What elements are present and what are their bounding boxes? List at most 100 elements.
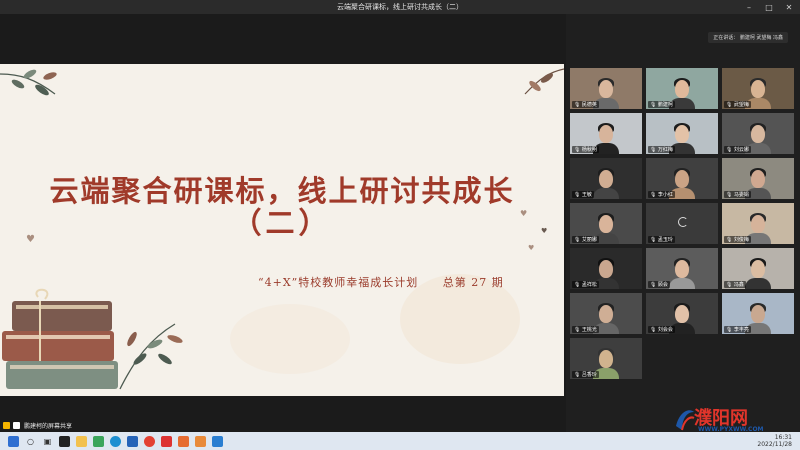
participant-tile[interactable]: 🎙 吕香玲 — [570, 338, 642, 379]
window-title: 云端聚合研课标，线上研讨共成长（二） — [337, 3, 463, 11]
participant-tile[interactable]: 🎙 艾丽娜 — [570, 203, 642, 244]
participant-video-face — [751, 80, 765, 98]
participant-tile[interactable]: 🎙 王敏 — [570, 158, 642, 199]
participant-video-face — [599, 215, 613, 233]
participant-gallery[interactable]: 正在讲话： 鹏建柯 武望梅 冯鑫 🎙 民德英 🎙 鹏建柯 🎙 武望梅 🎙 杨秋明 🎙 万… — [566, 14, 800, 418]
leaf-branch-illustration — [524, 68, 564, 95]
participant-name: 🎙 武望梅 — [724, 101, 751, 108]
app-icon[interactable] — [93, 435, 104, 447]
heart-icon: ♥ — [528, 244, 535, 252]
participant-name: 🎙 刘会会 — [648, 326, 675, 333]
taskbar-date: 2022/11/28 — [757, 441, 792, 448]
loading-spinner-icon — [678, 217, 688, 227]
share-status-icon — [3, 421, 10, 429]
participant-name: 🎙 马委娟 — [724, 191, 751, 198]
slide-footer: “4+X”特校教师幸福成长计划 总第 27 期 — [258, 274, 504, 290]
participant-video-face — [751, 170, 765, 188]
participant-name: 🎙 王敏 — [572, 191, 594, 198]
participant-video-face — [751, 215, 765, 233]
participant-name: 🎙 鹏建柯 — [648, 101, 675, 108]
participant-tile[interactable]: 🎙 刘云娜 — [722, 113, 794, 154]
participant-name: 🎙 万红梅 — [648, 146, 675, 153]
site-watermark: 濮阳网 WWW.PYXWW.COM — [672, 404, 794, 434]
participant-name: 🎙 刘俊梅 — [724, 236, 751, 243]
participant-tile[interactable]: 🎙 鹏建柯 — [646, 68, 718, 109]
system-clock[interactable]: 16:31 2022/11/28 — [757, 434, 792, 448]
participant-video-face — [599, 260, 613, 278]
app-icon[interactable] — [178, 435, 189, 447]
wps-office-icon[interactable] — [161, 435, 172, 447]
mail-icon[interactable] — [127, 435, 138, 447]
minimize-icon[interactable]: – — [742, 3, 756, 12]
slide-subtitle: （二） — [232, 206, 332, 240]
presenter-label: 鹏建柯的屏幕共享 — [24, 422, 73, 430]
speaking-names: 鹏建柯 武望梅 冯鑫 — [739, 35, 783, 41]
paint-blob — [230, 304, 350, 374]
file-explorer-icon[interactable] — [76, 435, 87, 447]
participant-video-face — [751, 260, 765, 278]
participant-name: 🎙 冯鑫 — [724, 281, 746, 288]
participant-video-face — [675, 80, 689, 98]
participant-tile[interactable]: 🎙 刘俊梅 — [722, 203, 794, 244]
taskbar-time: 16:31 — [774, 434, 792, 441]
windows-start-icon[interactable] — [8, 435, 19, 447]
participant-tile[interactable]: 🎙 马委娟 — [722, 158, 794, 199]
edge-browser-icon[interactable] — [110, 435, 121, 447]
participant-tile[interactable]: 🎙 刘会会 — [646, 293, 718, 334]
participant-name: 🎙 孟玉玲 — [648, 236, 675, 243]
participant-video-face — [675, 260, 689, 278]
participant-name: 🎙 孟祥松 — [572, 281, 599, 288]
participant-name: 🎙 刘云娜 — [724, 146, 751, 153]
close-icon[interactable]: ✕ — [782, 3, 796, 12]
participant-name: 🎙 民德英 — [572, 101, 599, 108]
chat-icon[interactable] — [195, 435, 206, 447]
participant-tile[interactable]: 🎙 孟祥松 — [570, 248, 642, 289]
participant-tile[interactable]: 🎙 万红梅 — [646, 113, 718, 154]
program-name: “4+X”特校教师幸福成长计划 — [258, 276, 419, 289]
participant-tile[interactable]: 🎙 孟玉玲 — [646, 203, 718, 244]
participant-video-face — [599, 80, 613, 98]
windows-taskbar: ○ ▣ 16:31 2022/11/28 — [0, 432, 800, 450]
maximize-icon[interactable]: □ — [762, 3, 776, 12]
participant-video-body — [593, 188, 619, 199]
participant-video-face — [751, 305, 765, 323]
participant-name: 🎙 吕香玲 — [572, 371, 599, 378]
books-illustration — [2, 288, 183, 390]
participant-name: 🎙 顾会 — [648, 281, 670, 288]
participant-video-face — [675, 170, 689, 188]
watermark-url: WWW.PYXWW.COM — [698, 426, 764, 433]
task-view-icon[interactable]: ▣ — [42, 436, 53, 447]
participant-tile[interactable]: 🎙 冯鑫 — [722, 248, 794, 289]
participant-name: 🎙 李丰亮 — [724, 326, 751, 333]
participant-name: 🎙 王桃光 — [572, 326, 599, 333]
participant-name: 🎙 杨秋明 — [572, 146, 599, 153]
window-controls: – □ ✕ — [742, 0, 796, 14]
participant-name: 🎙 李小红 — [648, 191, 675, 198]
participant-video-body — [745, 278, 771, 289]
participant-tile[interactable]: 🎙 李丰亮 — [722, 293, 794, 334]
speaking-label: 正在讲话： — [713, 35, 739, 41]
participant-video-body — [669, 278, 695, 289]
meeting-app-icon[interactable] — [212, 435, 223, 447]
monitor-icon — [13, 421, 20, 429]
participant-tile[interactable]: 🎙 顾会 — [646, 248, 718, 289]
participant-tile[interactable]: 🎙 武望梅 — [722, 68, 794, 109]
participant-tile[interactable]: 🎙 杨秋明 — [570, 113, 642, 154]
watermark-logo — [676, 410, 695, 431]
participant-video-face — [599, 305, 613, 323]
participant-tile[interactable]: 🎙 王桃光 — [570, 293, 642, 334]
presentation-slide: ♥ ♥ ♥ ♥ 云端聚合研课标，线上研讨共成长 （二） “4+X”特校教师幸福成… — [0, 64, 564, 396]
screen-share-bar: 鹏建柯的屏幕共享 — [0, 418, 566, 432]
app-icon[interactable] — [59, 435, 70, 447]
participant-tile[interactable]: 🎙 李小红 — [646, 158, 718, 199]
participant-video-face — [599, 125, 613, 143]
participant-video-face — [599, 170, 613, 188]
participant-video-face — [751, 125, 765, 143]
search-icon[interactable]: ○ — [25, 436, 36, 447]
chrome-browser-icon[interactable] — [144, 435, 155, 447]
participant-tile[interactable]: 🎙 民德英 — [570, 68, 642, 109]
participant-video-face — [675, 125, 689, 143]
issue-number: 总第 27 期 — [442, 276, 504, 289]
leaf-branch-illustration — [0, 69, 57, 96]
speaking-indicator: 正在讲话： 鹏建柯 武望梅 冯鑫 — [708, 32, 788, 43]
